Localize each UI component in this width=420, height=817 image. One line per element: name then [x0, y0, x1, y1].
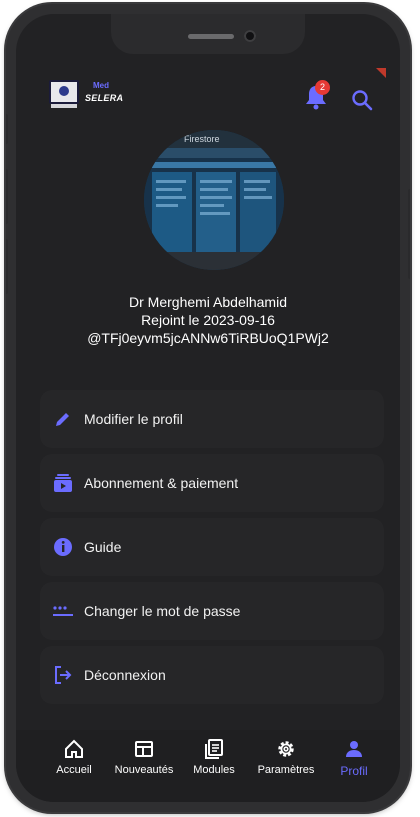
nav-label: Profil: [340, 764, 368, 778]
nav-item-news[interactable]: Nouveautés: [106, 738, 182, 788]
avatar-photo: [144, 130, 284, 270]
menu-item-change-password[interactable]: Changer le mot de passe: [40, 582, 384, 640]
menu-item-label: Déconnexion: [84, 667, 166, 683]
modules-icon: [205, 739, 223, 759]
volume-up-button: [6, 169, 8, 224]
search-button[interactable]: [350, 88, 374, 112]
menu-item-edit-profile[interactable]: Modifier le profil: [40, 390, 384, 448]
app-screen: Med SELERA 2 Firestore Dr Merghemi Abdel…: [16, 14, 400, 802]
nav-item-modules[interactable]: Modules: [176, 738, 252, 788]
menu-item-guide[interactable]: Guide: [40, 518, 384, 576]
profile-name: Dr Merghemi Abdelhamid: [129, 294, 287, 310]
subscription-icon: [52, 472, 74, 494]
home-icon: [65, 739, 83, 758]
power-button: [408, 189, 410, 279]
nav-item-profile[interactable]: Profil: [316, 738, 392, 788]
notification-badge: 2: [315, 80, 330, 95]
app-logo[interactable]: Med SELERA: [49, 78, 123, 112]
logout-icon: [52, 664, 74, 686]
news-icon: [135, 741, 153, 757]
menu-item-label: Modifier le profil: [84, 411, 183, 427]
nav-item-home[interactable]: Accueil: [36, 738, 112, 788]
avatar-caption: Firestore: [184, 134, 220, 144]
nav-label: Modules: [193, 764, 235, 776]
menu-item-subscription[interactable]: Abonnement & paiement: [40, 454, 384, 512]
info-icon: [52, 536, 74, 558]
profile-joined-date: Rejoint le 2023-09-16: [141, 312, 275, 328]
avatar[interactable]: Firestore: [144, 130, 284, 270]
nav-label: Nouveautés: [114, 764, 174, 776]
password-icon: [52, 600, 74, 622]
notifications-button[interactable]: 2: [304, 80, 332, 112]
pencil-icon: [52, 408, 74, 430]
nav-label: Accueil: [56, 764, 92, 776]
mute-switch: [6, 114, 8, 144]
gear-icon: [278, 741, 294, 757]
person-icon: [346, 741, 362, 757]
corner-marker: [376, 68, 386, 78]
logo-badge-text: Med: [93, 81, 109, 90]
notch: [111, 14, 305, 54]
nav-label: Paramètres: [257, 764, 315, 776]
menu-item-label: Abonnement & paiement: [84, 475, 239, 491]
nav-item-settings[interactable]: Paramètres: [248, 738, 324, 788]
menu-item-label: Guide: [84, 539, 122, 555]
profile-user-id: @TFj0eyvm5jcANNw6TiRBUoQ1PWj2: [87, 330, 329, 346]
monitor-icon: [49, 80, 79, 104]
menu-item-label: Changer le mot de passe: [84, 603, 241, 619]
phone-frame: Med SELERA 2 Firestore Dr Merghemi Abdel…: [6, 4, 410, 812]
menu-item-logout[interactable]: Déconnexion: [40, 646, 384, 704]
front-camera: [244, 30, 256, 42]
logo-name-text: SELERA: [85, 93, 124, 103]
search-icon: [352, 90, 373, 111]
volume-down-button: [6, 239, 8, 294]
bottom-navigation: Accueil Nouveautés Modules Paramètres Pr…: [16, 730, 400, 802]
speaker-grille: [188, 34, 234, 39]
